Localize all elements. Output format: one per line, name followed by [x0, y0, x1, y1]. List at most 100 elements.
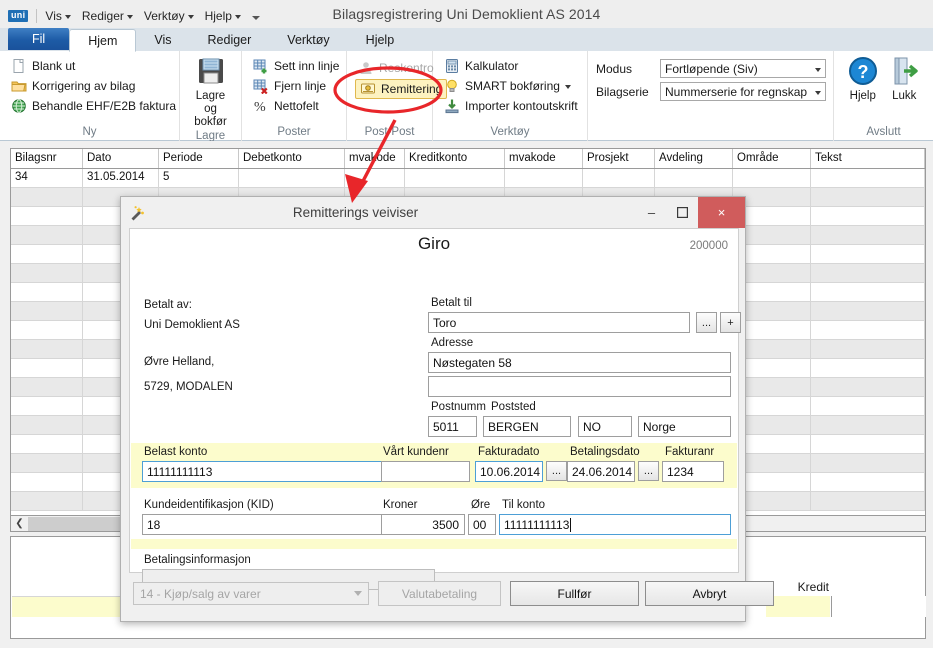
table-cell[interactable]: [11, 283, 83, 301]
table-cell[interactable]: [811, 435, 925, 453]
fakturadato-input[interactable]: 10.06.2014: [475, 461, 543, 482]
blank-ut-button[interactable]: Blank ut: [8, 57, 179, 75]
kredit-value-cell[interactable]: [831, 596, 926, 617]
close-button[interactable]: ×: [698, 197, 745, 228]
grid-column-header[interactable]: Kreditkonto: [405, 149, 505, 168]
table-cell[interactable]: [811, 188, 925, 206]
grid-column-header[interactable]: Område: [733, 149, 811, 168]
table-row[interactable]: 3431.05.20145: [11, 169, 925, 188]
behandle-ehf-faktura-button[interactable]: Behandle EHF/E2B faktura: [8, 97, 179, 115]
nettofelt-button[interactable]: % Nettofelt: [250, 97, 342, 115]
grid-column-header[interactable]: Periode: [159, 149, 239, 168]
table-cell[interactable]: [11, 207, 83, 225]
table-cell[interactable]: [811, 302, 925, 320]
table-cell[interactable]: [811, 245, 925, 263]
landkode-input[interactable]: NO: [578, 416, 632, 437]
vart-kundenr-input[interactable]: [381, 461, 470, 482]
table-cell[interactable]: [11, 188, 83, 206]
importer-kontoutskrift-button[interactable]: Importer kontoutskrift: [441, 97, 581, 115]
table-cell[interactable]: [11, 321, 83, 339]
table-cell[interactable]: [655, 169, 733, 187]
table-cell[interactable]: [345, 169, 405, 187]
fakturadato-picker-button[interactable]: ...: [546, 461, 567, 481]
table-cell[interactable]: [11, 340, 83, 358]
tab-fil[interactable]: Fil: [8, 28, 69, 50]
grid-column-header[interactable]: Dato: [83, 149, 159, 168]
grid-column-header[interactable]: mvakode: [505, 149, 583, 168]
poststed-input[interactable]: BERGEN: [483, 416, 571, 437]
grid-column-header[interactable]: mvakode: [345, 149, 405, 168]
table-cell[interactable]: [11, 397, 83, 415]
table-cell[interactable]: [11, 378, 83, 396]
table-cell[interactable]: [11, 435, 83, 453]
table-cell[interactable]: [811, 492, 925, 510]
betalingsdato-picker-button[interactable]: ...: [638, 461, 659, 481]
table-cell[interactable]: [583, 169, 655, 187]
table-cell[interactable]: [811, 454, 925, 472]
table-cell[interactable]: [811, 359, 925, 377]
tab-rediger[interactable]: Rediger: [190, 28, 270, 51]
table-cell[interactable]: 34: [11, 169, 83, 187]
sett-inn-linje-button[interactable]: Sett inn linje: [250, 57, 342, 75]
belast-konto-input[interactable]: 11111111113: [142, 461, 384, 482]
betalt-til-add-button[interactable]: +: [720, 312, 741, 333]
minimize-button[interactable]: –: [636, 197, 667, 228]
table-cell[interactable]: [11, 473, 83, 491]
table-cell[interactable]: [811, 473, 925, 491]
qat-item-rediger[interactable]: Rediger: [82, 9, 133, 23]
lagre-og-bokfor-button[interactable]: Lagre og bokfør: [188, 55, 233, 129]
tab-hjelp[interactable]: Hjelp: [348, 28, 413, 51]
grid-column-header[interactable]: Bilagsnr: [11, 149, 83, 168]
table-cell[interactable]: [11, 359, 83, 377]
table-cell[interactable]: [811, 416, 925, 434]
table-cell[interactable]: [811, 397, 925, 415]
table-cell[interactable]: 5: [159, 169, 239, 187]
betalt-til-input[interactable]: Toro: [428, 312, 690, 333]
ore-input[interactable]: 00: [468, 514, 496, 535]
land-input[interactable]: Norge: [638, 416, 731, 437]
table-cell[interactable]: [11, 416, 83, 434]
table-cell[interactable]: [405, 169, 505, 187]
table-cell[interactable]: [11, 226, 83, 244]
table-cell[interactable]: [505, 169, 583, 187]
korrigering-av-bilag-button[interactable]: Korrigering av bilag: [8, 77, 179, 95]
table-cell[interactable]: [11, 492, 83, 510]
fjern-linje-button[interactable]: Fjern linje: [250, 77, 342, 95]
chevron-down-icon[interactable]: [815, 68, 821, 72]
payment-type-select[interactable]: 14 - Kjøp/salg av varer: [133, 582, 369, 605]
maximize-button[interactable]: [667, 197, 698, 228]
kid-input[interactable]: 18: [142, 514, 384, 535]
kroner-input[interactable]: 3500: [381, 514, 465, 535]
table-cell[interactable]: [11, 245, 83, 263]
chevron-down-icon[interactable]: [815, 91, 821, 95]
fullfor-button[interactable]: Fullfør: [510, 581, 639, 606]
table-cell[interactable]: [811, 264, 925, 282]
scroll-left-icon[interactable]: ❮: [11, 517, 28, 531]
bilagserie-select[interactable]: Nummerserie for regnskap: [660, 82, 826, 101]
adresse-line1-input[interactable]: Nøstegaten 58: [428, 352, 731, 373]
grid-column-header[interactable]: Tekst: [811, 149, 925, 168]
qat-item-hjelp[interactable]: Hjelp: [205, 9, 241, 23]
table-cell[interactable]: [811, 340, 925, 358]
betalingsdato-input[interactable]: 24.06.2014: [567, 461, 635, 482]
fakturanr-input[interactable]: 1234: [662, 461, 724, 482]
hjelp-button[interactable]: ? Hjelp: [842, 55, 884, 103]
chevron-down-icon[interactable]: [565, 85, 571, 89]
grid-column-header[interactable]: Debetkonto: [239, 149, 345, 168]
avbryt-button[interactable]: Avbryt: [645, 581, 774, 606]
postnumm-input[interactable]: 5011: [428, 416, 477, 437]
kalkulator-button[interactable]: Kalkulator: [441, 57, 581, 75]
tab-vis[interactable]: Vis: [136, 28, 189, 51]
table-cell[interactable]: [239, 169, 345, 187]
table-cell[interactable]: [811, 169, 925, 187]
tab-verktoy[interactable]: Verktøy: [269, 28, 347, 51]
smart-bokforing-button[interactable]: SMART bokføring: [441, 77, 581, 95]
table-cell[interactable]: [811, 378, 925, 396]
betalt-til-browse-button[interactable]: ...: [696, 312, 717, 333]
modus-select[interactable]: Fortløpende (Siv): [660, 59, 826, 78]
table-cell[interactable]: [811, 321, 925, 339]
table-cell[interactable]: 31.05.2014: [83, 169, 159, 187]
lukk-button[interactable]: Lukk: [884, 55, 926, 103]
qat-item-verktoy[interactable]: Verktøy: [144, 9, 194, 23]
table-cell[interactable]: [811, 283, 925, 301]
